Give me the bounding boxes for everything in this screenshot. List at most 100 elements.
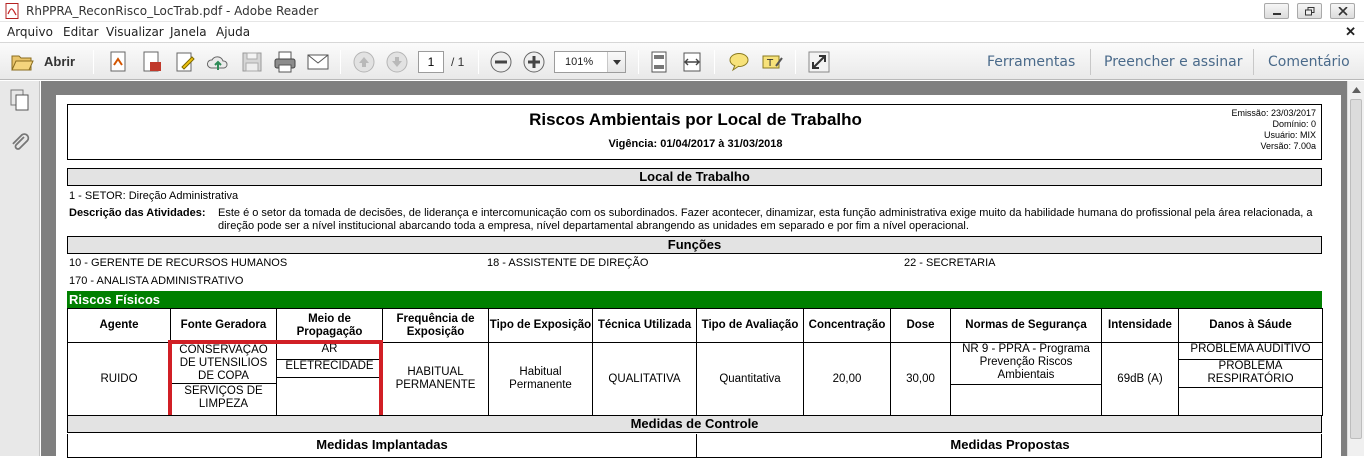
open-button-label[interactable]: Abrir bbox=[44, 54, 75, 69]
tipo-exposicao-cell: Habitual Permanente bbox=[488, 342, 593, 416]
funcoes-header: Funções bbox=[67, 236, 1322, 254]
meta-emissao: Emissão: 23/03/2017 bbox=[1231, 108, 1316, 118]
menu-editar[interactable]: Editar bbox=[63, 25, 99, 39]
column-header: Normas de Segurança bbox=[950, 308, 1102, 343]
scroll-up-icon[interactable] bbox=[1352, 87, 1361, 93]
toolbar: Abrir 1 / 1 101% T Ferramentas Preencher… bbox=[0, 42, 1364, 80]
column-header: Frequência de Exposição bbox=[382, 308, 489, 343]
frequencia-cell: HABITUAL PERMANENTE bbox=[382, 342, 489, 416]
meta-dominio: Domínio: 0 bbox=[1272, 119, 1316, 129]
report-vigencia: Vigência: 01/04/2017 à 31/03/2018 bbox=[608, 138, 783, 150]
intensidade-cell: 69dB (A) bbox=[1101, 342, 1179, 416]
report-meta: Emissão: 23/03/2017 Domínio: 0 Usuário: … bbox=[1231, 108, 1316, 152]
dose-cell: 30,00 bbox=[890, 342, 951, 416]
menu-bar: Arquivo Editar Visualizar Janela Ajuda ✕ bbox=[0, 22, 1364, 42]
zoom-value: 101% bbox=[565, 56, 594, 68]
minimize-icon bbox=[1273, 13, 1281, 15]
atividades-description: Este é o setor da tomada de decisões, de… bbox=[218, 207, 1313, 232]
pdf-page: Riscos Ambientais por Local de Trabalho … bbox=[56, 95, 1341, 475]
column-header: Concentração bbox=[803, 308, 891, 343]
funcao-item: 10 - GERENTE DE RECURSOS HUMANOS bbox=[69, 257, 288, 269]
tipo-avaliacao-cell: Quantitativa bbox=[696, 342, 804, 416]
danos-cell: PROBLEMA AUDITIVO PROBLEMA RESPIRATÓRIO bbox=[1178, 342, 1323, 416]
zoom-in-icon[interactable] bbox=[522, 50, 546, 74]
report-header: Riscos Ambientais por Local de Trabalho … bbox=[67, 104, 1322, 160]
close-document-icon[interactable]: ✕ bbox=[1345, 24, 1356, 40]
svg-text:T: T bbox=[766, 58, 774, 69]
fit-width-icon[interactable] bbox=[680, 50, 704, 74]
close-window-button[interactable] bbox=[1330, 3, 1355, 19]
pdf-file-icon bbox=[5, 3, 19, 19]
norma-item: NR 9 - PPRA - Programa Prevenção Riscos … bbox=[951, 343, 1101, 385]
highlight-text-icon[interactable]: T bbox=[760, 50, 784, 74]
open-folder-icon[interactable] bbox=[10, 50, 34, 74]
menu-arquivo[interactable]: Arquivo bbox=[7, 25, 53, 39]
left-navigation-pane bbox=[0, 81, 40, 456]
dano-item: PROBLEMA RESPIRATÓRIO bbox=[1179, 360, 1322, 388]
meta-usuario: Usuário: MIX bbox=[1263, 130, 1316, 140]
meta-versao: Versão: 7.00a bbox=[1260, 141, 1316, 151]
upload-cloud-icon[interactable] bbox=[206, 50, 230, 74]
toolbar-separator bbox=[1253, 49, 1254, 75]
email-icon[interactable] bbox=[306, 50, 330, 74]
dano-item: PROBLEMA AUDITIVO bbox=[1179, 343, 1322, 360]
table-header-row: Agente Fonte Geradora Meio de Propagação… bbox=[67, 308, 1323, 343]
export-pdf-icon[interactable] bbox=[140, 50, 164, 74]
restore-icon bbox=[1305, 7, 1315, 16]
full-screen-icon[interactable] bbox=[807, 50, 831, 74]
page-number-input[interactable]: 1 bbox=[418, 51, 444, 73]
funcao-item: 170 - ANALISTA ADMINISTRATIVO bbox=[69, 275, 244, 287]
medidas-controle-header: Medidas de Controle bbox=[67, 415, 1322, 433]
column-header: Dose bbox=[890, 308, 951, 343]
document-view[interactable]: Riscos Ambientais por Local de Trabalho … bbox=[41, 81, 1347, 475]
concentracao-cell: 20,00 bbox=[803, 342, 891, 416]
column-header: Danos à Sáude bbox=[1178, 308, 1323, 343]
chevron-down-icon bbox=[613, 60, 621, 65]
column-header: Técnica Utilizada bbox=[592, 308, 697, 343]
zoom-out-icon[interactable] bbox=[489, 50, 513, 74]
zoom-select[interactable]: 101% bbox=[554, 51, 626, 73]
close-icon bbox=[1338, 7, 1348, 16]
create-pdf-icon[interactable] bbox=[106, 50, 130, 74]
report-title: Riscos Ambientais por Local de Trabalho bbox=[529, 110, 862, 129]
agente-cell: RUIDO bbox=[67, 342, 171, 416]
scrollbar-thumb[interactable] bbox=[1350, 99, 1362, 439]
zoom-dropdown-button[interactable] bbox=[607, 52, 625, 72]
save-icon[interactable] bbox=[240, 50, 264, 74]
funcao-item: 22 - SECRETARIA bbox=[904, 257, 996, 269]
toolbar-separator bbox=[1090, 49, 1091, 75]
column-header: Meio de Propagação bbox=[276, 308, 383, 343]
page-total: / 1 bbox=[451, 55, 465, 69]
dano-item bbox=[1179, 388, 1322, 415]
vertical-scrollbar[interactable] bbox=[1347, 81, 1364, 456]
attachments-icon[interactable] bbox=[9, 132, 31, 154]
minimize-button[interactable] bbox=[1264, 3, 1289, 19]
menu-visualizar[interactable]: Visualizar bbox=[106, 25, 164, 39]
fit-page-icon[interactable] bbox=[647, 50, 671, 74]
local-trabalho-header: Local de Trabalho bbox=[67, 168, 1322, 186]
atividades-text: Este é o setor da tomada de decisões, de… bbox=[218, 207, 1320, 233]
norma-item bbox=[951, 385, 1101, 415]
column-header: Intensidade bbox=[1101, 308, 1179, 343]
toolbar-separator bbox=[714, 50, 715, 74]
riscos-fisicos-header: Riscos Físicos bbox=[67, 291, 1322, 308]
window-title: RhPPRA_ReconRisco_LocTrab.pdf - Adobe Re… bbox=[26, 4, 319, 18]
edit-pdf-icon[interactable] bbox=[173, 50, 197, 74]
toolbar-separator bbox=[340, 50, 341, 74]
print-icon[interactable] bbox=[273, 50, 297, 74]
toolbar-separator bbox=[638, 50, 639, 74]
comment-icon[interactable] bbox=[727, 50, 751, 74]
previous-page-icon[interactable] bbox=[352, 50, 376, 74]
tools-link[interactable]: Ferramentas bbox=[987, 54, 1075, 70]
restore-button[interactable] bbox=[1297, 3, 1322, 19]
next-page-icon[interactable] bbox=[385, 50, 409, 74]
menu-janela[interactable]: Janela bbox=[170, 25, 207, 39]
menu-ajuda[interactable]: Ajuda bbox=[216, 25, 250, 39]
page-thumbnails-icon[interactable] bbox=[9, 89, 31, 111]
funcao-item: 18 - ASSISTENTE DE DIREÇÃO bbox=[487, 257, 649, 269]
normas-cell: NR 9 - PPRA - Programa Prevenção Riscos … bbox=[950, 342, 1102, 416]
fill-sign-link[interactable]: Preencher e assinar bbox=[1104, 54, 1242, 70]
comment-link[interactable]: Comentário bbox=[1268, 54, 1350, 70]
toolbar-separator bbox=[93, 50, 94, 74]
tecnica-cell: QUALITATIVA bbox=[592, 342, 697, 416]
